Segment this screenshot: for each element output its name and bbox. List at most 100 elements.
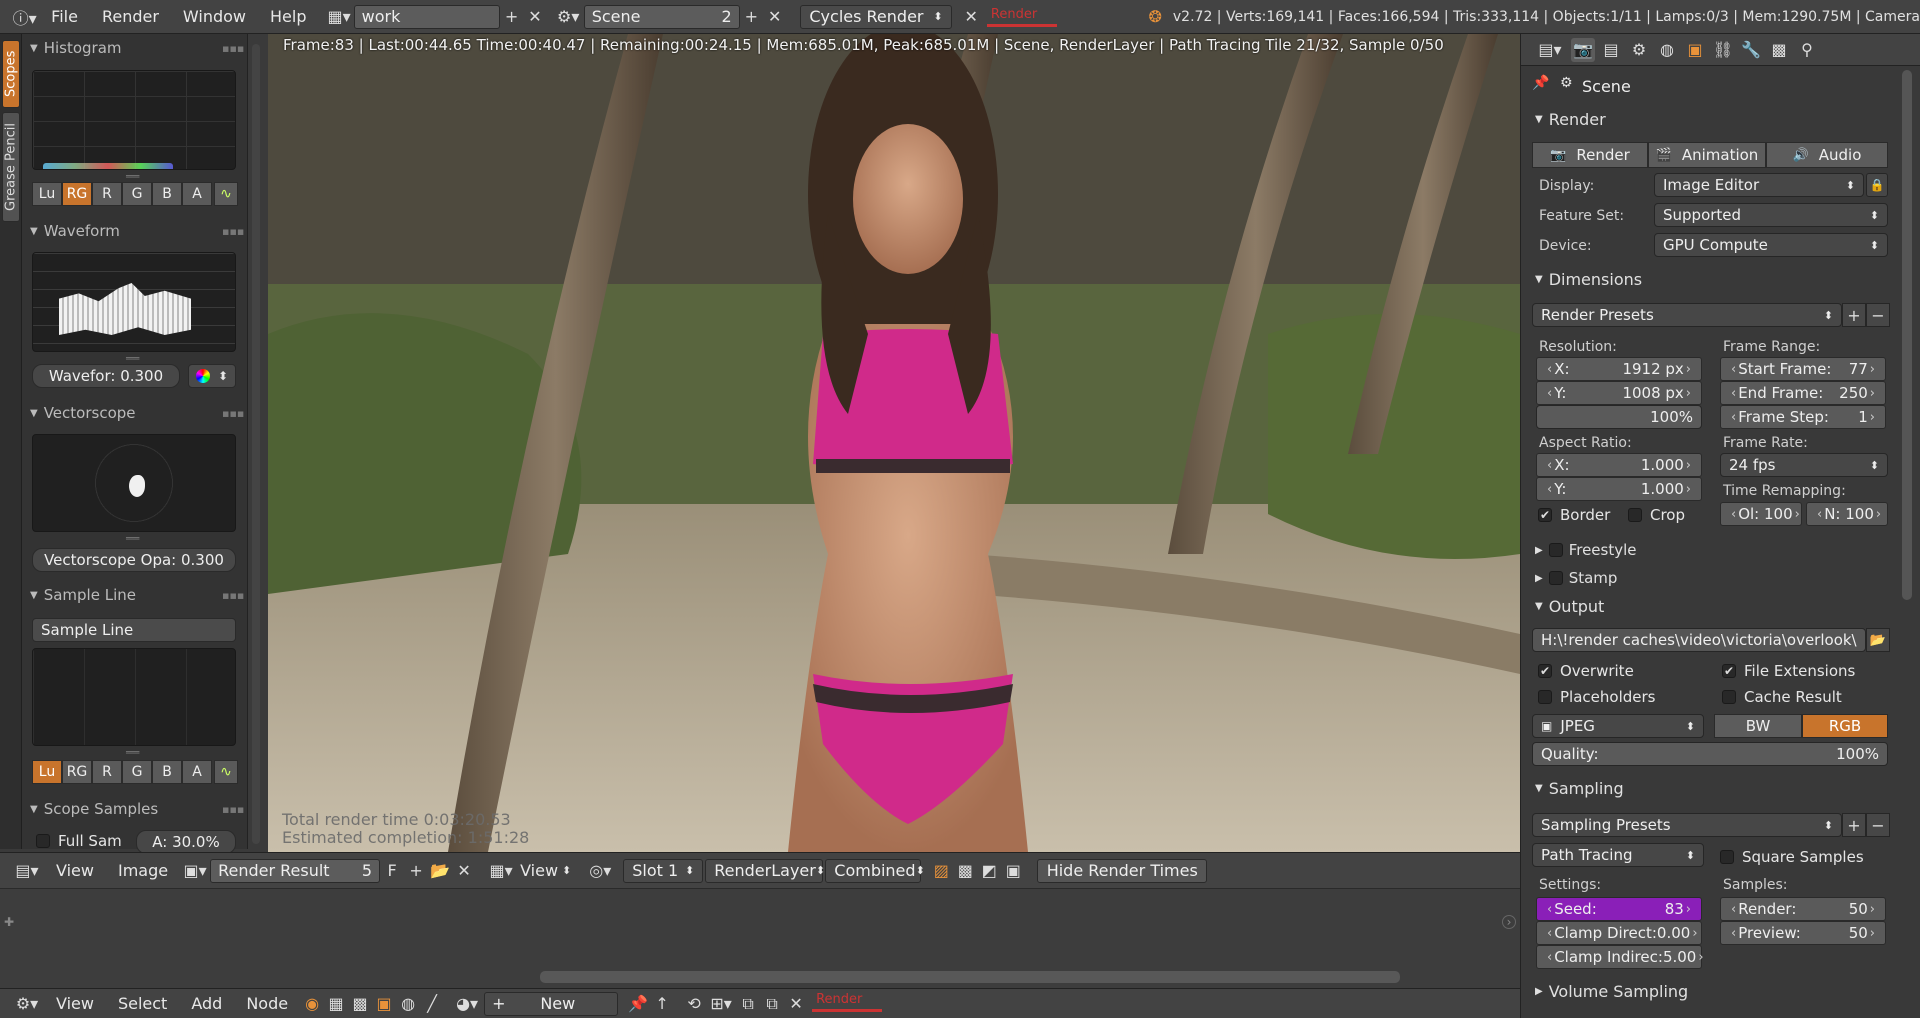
placeholders-checkbox[interactable]: Placeholders: [1538, 688, 1655, 706]
freestyle-section-header[interactable]: ▶ Freestyle: [1535, 541, 1637, 559]
node-horizontal-scrollbar[interactable]: [540, 971, 1400, 983]
render-engine-select[interactable]: Cycles Render ⬍: [800, 4, 952, 29]
hist-line-toggle-icon[interactable]: ∿: [214, 182, 238, 206]
frame-rate-select[interactable]: 24 fps ⬍: [1720, 453, 1888, 477]
material-browse-icon[interactable]: ◕▾: [450, 992, 484, 1016]
unlink-image-icon[interactable]: ✕: [452, 859, 476, 883]
resolution-x-field[interactable]: X: 1912 px: [1536, 357, 1702, 381]
stamp-section-header[interactable]: ▶ Stamp: [1535, 569, 1617, 587]
sampleline-header[interactable]: ▼ Sample Line: [30, 586, 136, 604]
sampling-section-header[interactable]: ▼ Sampling: [1535, 779, 1624, 798]
checkbox-icon[interactable]: [1548, 571, 1563, 585]
editor-type-icon[interactable]: ▤▾: [1533, 38, 1567, 62]
integrator-select[interactable]: Path Tracing ⬍: [1532, 843, 1704, 867]
add-sampling-preset-icon[interactable]: +: [1842, 813, 1866, 837]
node-menu-add[interactable]: Add: [179, 994, 234, 1013]
node-menu-select[interactable]: Select: [106, 994, 179, 1013]
color-bw-button[interactable]: BW: [1714, 714, 1802, 738]
sample-a-button[interactable]: A: [182, 760, 212, 784]
drag-grip-icon[interactable]: ▪▪▪: [222, 225, 244, 238]
pin-icon[interactable]: 📌: [1532, 75, 1549, 91]
hist-a-button[interactable]: A: [182, 182, 212, 206]
resolution-percentage-field[interactable]: 100%: [1536, 405, 1702, 429]
end-frame-field[interactable]: End Frame: 250: [1720, 381, 1886, 405]
hide-render-times-button[interactable]: Hide Render Times: [1037, 858, 1208, 883]
cache-result-checkbox[interactable]: Cache Result: [1722, 688, 1842, 706]
color-wheel-icon[interactable]: ⬍: [188, 364, 236, 388]
frame-step-field[interactable]: Frame Step: 1: [1720, 405, 1886, 429]
constraints-tab-icon[interactable]: ⛓: [1711, 38, 1735, 62]
linestyle-icon[interactable]: ╱: [420, 992, 444, 1016]
device-select[interactable]: GPU Compute ⬍: [1654, 233, 1888, 257]
sample-r-button[interactable]: R: [92, 760, 122, 784]
output-section-header[interactable]: ▼ Output: [1535, 597, 1604, 616]
hist-r-button[interactable]: R: [92, 182, 122, 206]
hist-rg-button[interactable]: RG: [62, 182, 92, 206]
object-icon[interactable]: ▣: [372, 992, 396, 1016]
properties-scrollbar[interactable]: [1902, 70, 1912, 600]
info-icon[interactable]: ⓘ▾: [10, 5, 39, 29]
hist-b-button[interactable]: B: [152, 182, 182, 206]
image-name-field[interactable]: Render Result 5: [210, 858, 381, 883]
tab-grease-pencil[interactable]: Grease Pencil: [2, 112, 20, 222]
delete-screen-icon[interactable]: ✕: [523, 5, 546, 29]
object-tab-icon[interactable]: ▣: [1683, 38, 1707, 62]
time-old-field[interactable]: Ol: 100: [1720, 502, 1802, 526]
sample-line-button[interactable]: Sample Line: [32, 618, 236, 642]
render-section-header[interactable]: ▼ Render: [1535, 110, 1606, 129]
z-buffer-icon[interactable]: ◩: [977, 859, 1001, 883]
node-menu-view[interactable]: View: [44, 994, 106, 1013]
scene-field[interactable]: Scene 2: [583, 4, 740, 29]
image-browse-icon[interactable]: ▣▾: [180, 859, 210, 883]
dimensions-section-header[interactable]: ▼ Dimensions: [1535, 270, 1642, 289]
render-tab-icon[interactable]: 📷: [1571, 37, 1595, 62]
vectorscope-opacity-field[interactable]: Vectorscope Opa: 0.300: [32, 548, 236, 572]
scene-icon[interactable]: ⚙▾: [553, 5, 584, 29]
scopesamples-header[interactable]: ▼ Scope Samples: [30, 800, 158, 818]
alpha-channel-icon[interactable]: ▩: [953, 859, 977, 883]
view-mode-label[interactable]: View: [516, 861, 562, 880]
compositing-nodes-icon[interactable]: ▦: [324, 992, 348, 1016]
remove-sampling-preset-icon[interactable]: −: [1866, 813, 1890, 837]
plus-icon[interactable]: ✚: [4, 915, 14, 929]
feature-set-select[interactable]: Supported ⬍: [1654, 203, 1888, 227]
view-mode-icon[interactable]: ▦▾: [486, 859, 516, 883]
tab-scopes[interactable]: Scopes: [2, 40, 20, 108]
square-samples-checkbox[interactable]: Square Samples: [1720, 848, 1864, 866]
add-preset-icon[interactable]: +: [1842, 303, 1866, 327]
node-menu-node[interactable]: Node: [234, 994, 300, 1013]
render-button[interactable]: 📷 Render: [1532, 142, 1648, 168]
copy-icon[interactable]: ⧉: [736, 992, 760, 1016]
screen-layout-field[interactable]: work: [353, 4, 500, 29]
new-image-icon[interactable]: +: [404, 859, 428, 883]
shader-nodes-icon[interactable]: ◉: [300, 992, 324, 1016]
render-layer-select[interactable]: RenderLayer ⬍: [705, 858, 825, 883]
aspect-x-field[interactable]: X: 1.000: [1536, 453, 1702, 477]
backdrop-icon[interactable]: ⟲: [682, 992, 706, 1016]
color-rgb-button[interactable]: RGB: [1802, 714, 1888, 738]
texture-nodes-icon[interactable]: ▩: [348, 992, 372, 1016]
quality-field[interactable]: Quality: 100%: [1532, 742, 1888, 766]
fake-user-button[interactable]: F: [380, 859, 404, 883]
render-viewport[interactable]: Total render time 0:03:20.53 Estimated c…: [268, 34, 1520, 852]
add-scene-icon[interactable]: +: [740, 5, 763, 29]
left-panel-scrollbar[interactable]: [252, 44, 260, 844]
sample-rg-button[interactable]: RG: [62, 760, 92, 784]
modifiers-tab-icon[interactable]: 🔧: [1739, 38, 1763, 62]
animation-button[interactable]: 🎬 Animation: [1648, 142, 1766, 168]
delete-scene-icon[interactable]: ✕: [763, 5, 786, 29]
snap-icon[interactable]: ⊞▾: [706, 992, 736, 1016]
menu-help[interactable]: Help: [258, 7, 318, 26]
full-sample-checkbox[interactable]: Full Sam: [36, 832, 122, 850]
border-checkbox[interactable]: ✔ Border: [1538, 506, 1610, 524]
go-parent-icon[interactable]: ↑: [650, 992, 674, 1016]
scene-tab-icon[interactable]: ⚙: [1627, 38, 1651, 62]
menu-window[interactable]: Window: [171, 7, 258, 26]
audio-button[interactable]: 🔊 Audio: [1766, 142, 1888, 168]
start-frame-field[interactable]: Start Frame: 77: [1720, 357, 1886, 381]
file-format-select[interactable]: ▣ JPEG ⬍: [1532, 714, 1704, 738]
pivot-icon[interactable]: ◎▾: [583, 859, 617, 883]
vectorscope-resize-handle[interactable]: ══: [126, 532, 139, 545]
drag-grip-icon[interactable]: ▪▪▪: [222, 803, 244, 816]
world-tab-icon[interactable]: ◍: [1655, 38, 1679, 62]
